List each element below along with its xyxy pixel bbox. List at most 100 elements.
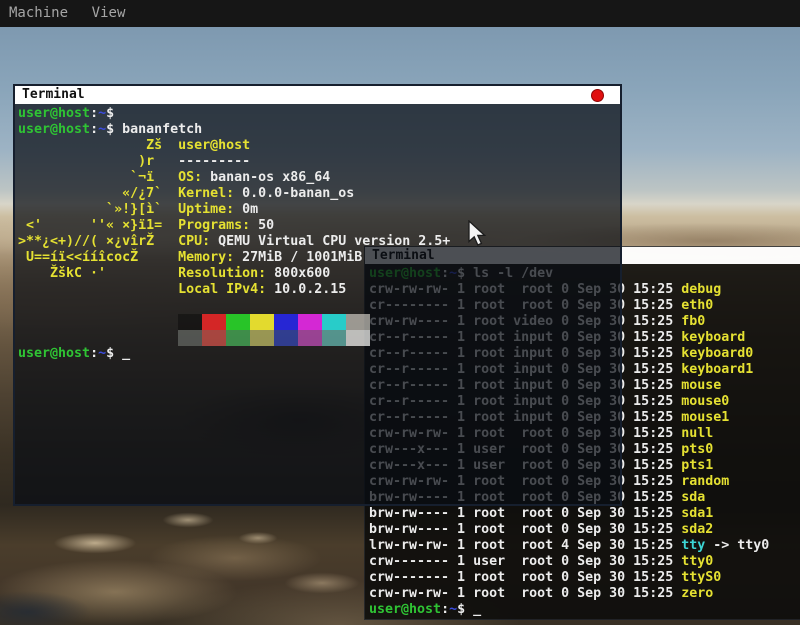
palette-swatch [346, 330, 370, 346]
fetch-value: 0.0.0-banan_os [234, 186, 354, 201]
palette-swatch [250, 314, 274, 330]
fetch-ascii-art: `¬ï [18, 170, 178, 185]
fetch-line: Local IPv4: 10.0.2.15 [18, 282, 620, 298]
terminal-window-front[interactable]: Terminal user@host:~$ user@host:~$ banan… [13, 84, 622, 506]
fetch-value: 50 [250, 218, 274, 233]
command-text: bananfetch [114, 122, 202, 137]
ls-row-details: crw------- 1 root root 0 Sep 30 15:25 [369, 570, 681, 585]
fetch-label: Programs: [178, 218, 250, 233]
term1-content[interactable]: user@host:~$ user@host:~$ bananfetch Zš … [15, 104, 620, 504]
device-file-name: tty [681, 538, 705, 553]
prompt-colon: : [441, 602, 449, 617]
prompt-path: ~ [98, 106, 106, 121]
prompt-dollar: $ [106, 122, 114, 137]
palette-row-bright [18, 330, 620, 346]
fetch-line: `»!}[ì` Uptime: 0m [18, 202, 620, 218]
palette-swatch [322, 330, 346, 346]
term1-titlebar[interactable]: Terminal [15, 86, 620, 104]
fetch-value: QEMU Virtual CPU version 2.5+ [210, 234, 450, 249]
prompt-user: user@host [18, 106, 90, 121]
device-file-name: zero [681, 586, 713, 601]
menu-view[interactable]: View [92, 0, 126, 27]
palette-swatch [274, 314, 298, 330]
fetch-ascii-art: Zš [18, 138, 178, 153]
ls-row: brw-rw---- 1 root root 0 Sep 30 15:25 sd… [369, 506, 800, 522]
fetch-label: OS: [178, 170, 202, 185]
palette-swatch [346, 314, 370, 330]
device-file-name: keyboard0 [681, 346, 753, 361]
ls-row: crw-rw-rw- 1 root root 0 Sep 30 15:25 ze… [369, 586, 800, 602]
fetch-value: --------- [178, 154, 250, 169]
fetch-ascii-art: ŽškC ·' [18, 266, 178, 281]
ls-row: lrw-rw-rw- 1 root root 4 Sep 30 15:25 tt… [369, 538, 800, 554]
close-button-icon[interactable] [591, 89, 604, 102]
device-file-name: random [681, 474, 729, 489]
fetch-ascii-art: >**¿<+)//( ×¿vîrŽ [18, 234, 178, 249]
device-file-name: pts0 [681, 442, 713, 457]
fetch-value: 0m [234, 202, 258, 217]
term1-prompt-row: user@host:~$ [18, 106, 620, 122]
fetch-ascii-art [18, 282, 178, 297]
device-file-name: ttyS0 [681, 570, 721, 585]
device-file-name: null [681, 426, 713, 441]
fetch-line: `¬ï OS: banan-os x86_64 [18, 170, 620, 186]
fetch-line: Zš user@host [18, 138, 620, 154]
device-file-name: keyboard [681, 330, 745, 345]
device-file-name: mouse [681, 378, 721, 393]
term1-prompt-row-current: user@host:~$ _ [18, 346, 620, 362]
prompt-user: user@host [369, 602, 441, 617]
ls-row-details: crw-rw-rw- 1 root root 0 Sep 30 15:25 [369, 586, 681, 601]
palette-swatch [226, 330, 250, 346]
fetch-label: Local IPv4: [178, 282, 266, 297]
prompt-user: user@host [18, 122, 90, 137]
palette-swatch [178, 314, 202, 330]
fetch-value: 27MiB / 1001MiB [234, 250, 362, 265]
fetch-ascii-art: <' ''« ×}ï1= [18, 218, 178, 233]
fetch-label: user@host [178, 138, 250, 153]
palette-swatch [322, 314, 346, 330]
prompt-user: user@host [18, 346, 90, 361]
ls-row: brw-rw---- 1 root root 0 Sep 30 15:25 sd… [369, 522, 800, 538]
palette-swatch [298, 314, 322, 330]
fetch-label: Memory: [178, 250, 234, 265]
term1-command-row: user@host:~$ bananfetch [18, 122, 620, 138]
ls-row-details: crw------- 1 user root 0 Sep 30 15:25 [369, 554, 681, 569]
palette-row-normal [18, 314, 620, 330]
fetch-ascii-art: «/¿7` [18, 186, 178, 201]
fetch-value: banan-os x86_64 [202, 170, 330, 185]
fetch-line: U==íï<<ííîcocŽ Memory: 27MiB / 1001MiB [18, 250, 620, 266]
palette-swatch [298, 330, 322, 346]
ls-row: crw------- 1 user root 0 Sep 30 15:25 tt… [369, 554, 800, 570]
device-file-name: sda2 [681, 522, 713, 537]
prompt-path: ~ [98, 346, 106, 361]
prompt-path: ~ [98, 122, 106, 137]
fetch-value: 10.0.2.15 [266, 282, 346, 297]
device-file-name: pts1 [681, 458, 713, 473]
vm-menubar: Machine View [0, 0, 800, 27]
fetch-label: Uptime: [178, 202, 234, 217]
text-cursor: _ [465, 602, 481, 617]
device-file-name: keyboard1 [681, 362, 753, 377]
device-file-name: eth0 [681, 298, 713, 313]
ls-row: crw------- 1 root root 0 Sep 30 15:25 tt… [369, 570, 800, 586]
blank-row [18, 298, 620, 314]
ls-row-details: lrw-rw-rw- 1 root root 4 Sep 30 15:25 [369, 538, 681, 553]
fetch-line: >**¿<+)//( ×¿vîrŽ CPU: QEMU Virtual CPU … [18, 234, 620, 250]
device-file-name: fb0 [681, 314, 705, 329]
text-cursor: _ [114, 346, 130, 361]
fetch-ascii-art: U==íï<<ííîcocŽ [18, 250, 178, 265]
palette-swatch [226, 314, 250, 330]
bananfetch-output: Zš user@host )r --------- `¬ï OS: banan-… [18, 138, 620, 298]
fetch-line: )r --------- [18, 154, 620, 170]
device-file-name: mouse0 [681, 394, 729, 409]
device-file-name: sda [681, 490, 705, 505]
prompt-colon: : [90, 106, 98, 121]
fetch-ascii-art: `»!}[ì` [18, 202, 178, 217]
palette-swatch [178, 330, 202, 346]
symlink-target: -> tty0 [705, 538, 769, 553]
menu-machine[interactable]: Machine [9, 0, 68, 27]
palette-swatch [202, 330, 226, 346]
device-file-name: tty0 [681, 554, 713, 569]
device-file-name: mouse1 [681, 410, 729, 425]
device-file-name: sda1 [681, 506, 713, 521]
